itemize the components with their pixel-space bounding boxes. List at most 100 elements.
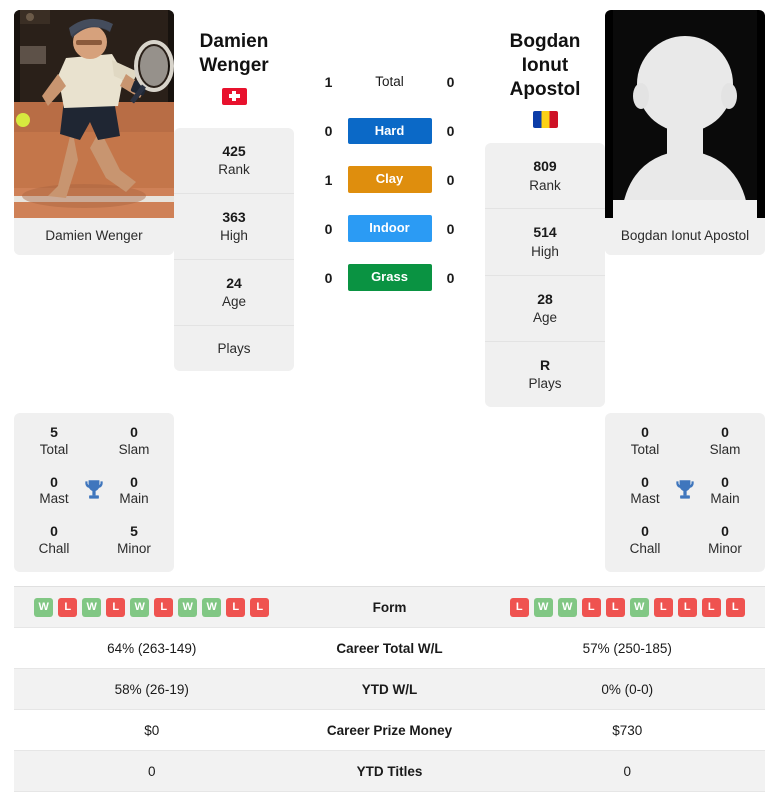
- right-rank-cell: 809 Rank: [485, 143, 605, 210]
- head-to-head-column: 1 Total 0 0 Hard 0 1 Clay 0 0 Indoor 0 0 Grass 0: [294, 10, 485, 292]
- left-titles-minor-value: 5: [130, 523, 138, 540]
- h2h-surface-badge-hard[interactable]: Hard: [347, 117, 432, 145]
- left-form-badge[interactable]: W: [202, 597, 222, 617]
- right-form-badge[interactable]: L: [581, 597, 601, 617]
- left-titles-slam-label: Slam: [118, 441, 150, 457]
- left-player-name[interactable]: Damien Wenger: [174, 30, 294, 78]
- left-titles-panel: 5 Total 0 Slam 0 Mast 0 Main 0 Chall 5 M…: [14, 412, 174, 573]
- right-form-badge[interactable]: W: [629, 597, 649, 617]
- left-form-strip: WLWLWLWWLL: [18, 597, 286, 617]
- stat-label-form: Form: [372, 599, 407, 615]
- left-age-value: 24: [226, 274, 242, 291]
- right-plays-cell: R Plays: [485, 342, 605, 407]
- right-player-photo-card[interactable]: Bogdan Ionut Apostol: [605, 10, 765, 255]
- left-titles-slot: 5 Total 0 Slam 0 Mast 0 Main 0 Chall 5 M…: [14, 407, 174, 573]
- h2h-left-value-grass: 0: [324, 269, 333, 286]
- left-stat-value-form: WLWLWLWWLL: [14, 588, 290, 627]
- left-form-badge[interactable]: L: [154, 597, 174, 617]
- right-form-badge[interactable]: W: [533, 597, 553, 617]
- left-player-rank-card: 425 Rank 363 High 24 Age Plays: [174, 127, 294, 372]
- h2h-surface-badge-total: Total: [375, 74, 404, 89]
- table-row: W L W L W L W W L L Form L W W L L W L L L L: [14, 587, 765, 629]
- left-form-badge[interactable]: L: [58, 597, 78, 617]
- h2h-surface-badge-indoor[interactable]: Indoor: [347, 215, 432, 243]
- right-titles-minor: 0 Minor: [685, 522, 765, 558]
- left-plays-label: Plays: [217, 340, 251, 356]
- left-titles-total-value: 5: [50, 423, 58, 440]
- left-plays-cell: Plays: [174, 326, 294, 372]
- left-form-badge[interactable]: L: [226, 597, 246, 617]
- right-titles-grid: 0 Total 0 Slam 0 Mast 0 Main 0 Chall 0 M…: [605, 423, 765, 558]
- left-form-badge[interactable]: W: [82, 597, 102, 617]
- h2h-surface-badge-grass[interactable]: Grass: [347, 264, 432, 292]
- left-form-badge[interactable]: L: [106, 597, 126, 617]
- left-form-badge[interactable]: W: [130, 597, 150, 617]
- left-form-badge[interactable]: W: [178, 597, 198, 617]
- left-player-photo-card[interactable]: Damien Wenger: [14, 10, 174, 255]
- h2h-row-clay: 1 Clay 0: [294, 166, 485, 194]
- right-titles-slot: 0 Total 0 Slam 0 Mast 0 Main 0 Chall 0 M…: [605, 407, 765, 573]
- h2h-row-indoor: 0 Indoor 0: [294, 215, 485, 243]
- left-stat-value-ytd_wl: 58% (26-19): [114, 681, 189, 697]
- h2h-right-value-grass: 0: [446, 269, 455, 286]
- right-age-label: Age: [532, 310, 558, 326]
- right-titles-slam: 0 Slam: [685, 423, 765, 459]
- right-plays-value: R: [539, 356, 551, 373]
- h2h-right-value-hard: 0: [446, 122, 455, 139]
- left-stat-value-career_prize_money: $0: [144, 722, 160, 738]
- left-stat-value-ytd_titles: 0: [147, 763, 156, 779]
- right-titles-slam-value: 0: [721, 423, 729, 440]
- left-player-flag-wrap: [174, 87, 294, 110]
- left-player-info-column: Damien Wenger 425 Rank 363 High 24 Age P…: [174, 10, 294, 372]
- right-stat-value-career_total_wl: 57% (250-185): [582, 640, 672, 656]
- right-player-info-column: Bogdan Ionut Apostol 809 Rank 514 High 2…: [485, 10, 605, 407]
- right-form-badge[interactable]: L: [677, 597, 697, 617]
- tennis-player-photo-illustration: [14, 10, 174, 218]
- right-form-badge[interactable]: W: [557, 597, 577, 617]
- left-high-cell: 363 High: [174, 194, 294, 260]
- left-player-name-line2: Wenger: [199, 54, 269, 76]
- right-form-badge[interactable]: L: [653, 597, 673, 617]
- right-age-value: 28: [537, 290, 553, 307]
- right-player-name-line1: Bogdan Ionut: [509, 31, 581, 76]
- right-form-badge[interactable]: L: [725, 597, 745, 617]
- player-comparison-header: Damien Wenger Damien Wenger 425 Rank 363…: [0, 0, 779, 407]
- right-high-cell: 514 High: [485, 209, 605, 276]
- left-high-label: High: [220, 228, 248, 244]
- table-row: $0 Career Prize Money $730: [14, 710, 765, 752]
- right-player-photo-caption: Bogdan Ionut Apostol: [605, 218, 765, 255]
- stat-label-ytd_wl: YTD W/L: [361, 681, 418, 697]
- left-titles-total: 5 Total: [14, 423, 94, 459]
- right-form-badge[interactable]: L: [605, 597, 625, 617]
- left-form-badge[interactable]: W: [34, 597, 54, 617]
- right-titles-slam-label: Slam: [709, 441, 741, 457]
- stat-label-career_total_wl: Career Total W/L: [336, 640, 443, 656]
- left-form-badge[interactable]: L: [250, 597, 270, 617]
- left-titles-chall-value: 0: [50, 523, 58, 540]
- right-player-photo: [605, 10, 765, 218]
- h2h-right-value-indoor: 0: [446, 220, 455, 237]
- table-row: 64% (263-149) Career Total W/L 57% (250-18…: [14, 628, 765, 670]
- player-stats-comparison-table: W L W L W L W W L L Form L W W L L W L L L L 64% (263-149) Car…: [14, 586, 765, 792]
- right-form-badge[interactable]: L: [509, 597, 529, 617]
- left-player-name-line1: Damien: [199, 31, 269, 52]
- left-age-cell: 24 Age: [174, 260, 294, 326]
- left-player-photo: [14, 10, 174, 218]
- left-titles-chall: 0 Chall: [14, 522, 94, 558]
- left-titles-slam: 0 Slam: [94, 423, 174, 459]
- right-player-name[interactable]: Bogdan Ionut Apostol: [485, 30, 605, 101]
- left-rank-value: 425: [222, 142, 246, 159]
- left-stat-value-career_total_wl: 64% (263-149): [107, 640, 197, 656]
- right-form-badge[interactable]: L: [701, 597, 721, 617]
- left-titles-minor-label: Minor: [117, 541, 151, 557]
- right-rank-value: 809: [533, 158, 557, 175]
- left-titles-chall-label: Chall: [38, 541, 70, 557]
- left-rank-cell: 425 Rank: [174, 128, 294, 194]
- h2h-surface-badge-clay[interactable]: Clay: [347, 166, 432, 194]
- right-age-cell: 28 Age: [485, 276, 605, 342]
- h2h-left-value-hard: 0: [324, 122, 333, 139]
- left-titles-total-label: Total: [39, 441, 69, 457]
- left-titles-grid: 5 Total 0 Slam 0 Mast 0 Main 0 Chall 5 M…: [14, 423, 174, 558]
- left-high-value: 363: [222, 208, 246, 225]
- h2h-left-value-indoor: 0: [324, 220, 333, 237]
